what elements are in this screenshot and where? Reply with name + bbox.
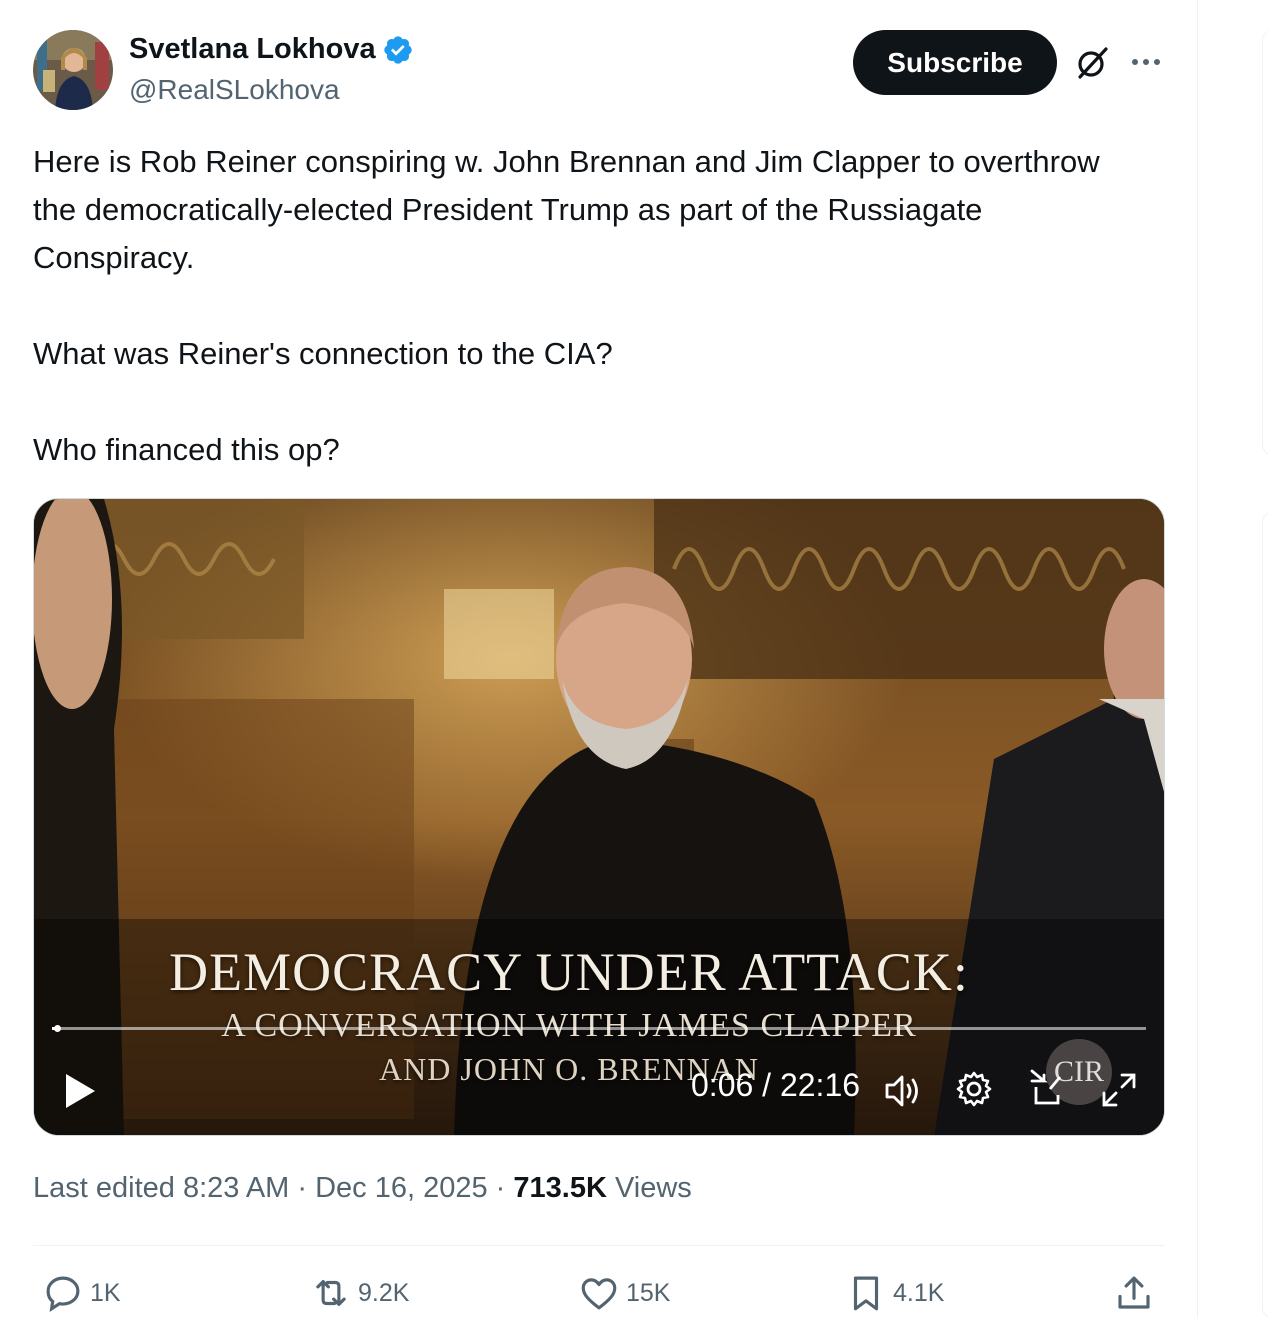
column-divider [1197, 0, 1198, 1318]
like-icon [581, 1278, 617, 1310]
volume-icon[interactable] [882, 1071, 922, 1111]
video-title-line2: A CONVERSATION WITH JAMES CLAPPER [221, 1007, 917, 1044]
author-handle[interactable]: @RealSLokhova [129, 74, 340, 106]
video-progress-handle[interactable] [53, 1025, 61, 1032]
tweet-paragraph: Here is Rob Reiner conspiring w. John Br… [33, 144, 1109, 275]
verified-badge-icon [383, 35, 412, 64]
video-player[interactable]: DEMOCRACY UNDER ATTACK: A CONVERSATION W… [33, 498, 1165, 1136]
sidebar-card-bottom [1262, 512, 1268, 1318]
tweet-text: Here is Rob Reiner conspiring w. John Br… [33, 138, 1143, 474]
tweet-paragraph: Who financed this op? [33, 432, 340, 467]
sidebar-card-top [1262, 30, 1268, 455]
author-name-row[interactable]: Svetlana Lokhova [129, 33, 414, 66]
grok-icon[interactable] [1072, 43, 1112, 83]
video-time: 0:06 / 22:16 [691, 1067, 861, 1103]
repost-count: 9.2K [358, 1278, 410, 1307]
subscribe-button[interactable]: Subscribe [853, 30, 1057, 95]
tweet-meta: Last edited 8:23 AM · Dec 16, 2025 · 713… [33, 1172, 692, 1205]
repost-button[interactable]: 9.2K [310, 1272, 409, 1314]
bookmark-count: 4.1K [893, 1278, 945, 1307]
bookmark-button[interactable]: 4.1K [845, 1272, 944, 1314]
reply-icon [46, 1276, 80, 1312]
fullscreen-icon[interactable] [1100, 1071, 1138, 1109]
share-button[interactable] [1113, 1272, 1161, 1314]
share-icon [1118, 1276, 1150, 1309]
views-count: 713.5K [513, 1172, 607, 1204]
like-count: 15K [626, 1278, 671, 1307]
edited-timestamp[interactable]: Last edited 8:23 AM · Dec 16, 2025 · [33, 1172, 513, 1204]
repost-icon [316, 1280, 346, 1306]
author-name[interactable]: Svetlana Lokhova [129, 33, 376, 66]
reply-count: 1K [90, 1278, 121, 1307]
bookmark-icon [853, 1276, 879, 1311]
tweet-paragraph: What was Reiner's connection to the CIA? [33, 336, 613, 371]
video-title-line1: DEMOCRACY UNDER ATTACK: [169, 942, 969, 1002]
like-button[interactable]: 15K [578, 1272, 670, 1314]
views-label: Views [606, 1172, 692, 1204]
play-icon[interactable] [62, 1071, 98, 1111]
settings-gear-icon[interactable] [954, 1069, 994, 1109]
avatar[interactable] [33, 30, 113, 110]
video-progress-bar[interactable] [52, 1025, 1146, 1032]
reply-button[interactable]: 1K [42, 1272, 121, 1314]
pip-icon[interactable] [1028, 1069, 1068, 1109]
divider [33, 1245, 1165, 1246]
more-icon[interactable] [1130, 50, 1162, 74]
